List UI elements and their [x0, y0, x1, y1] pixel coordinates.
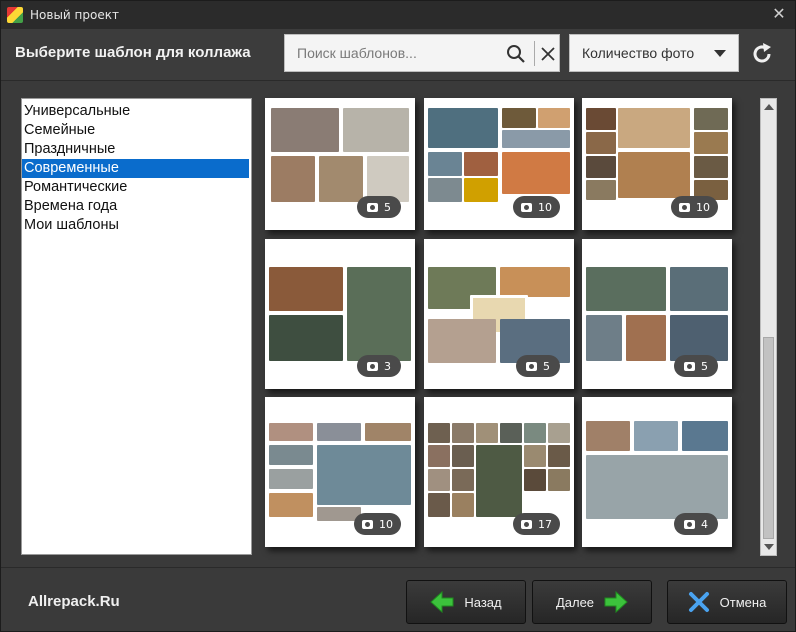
next-label: Далее: [555, 594, 595, 610]
photo-count: 10: [696, 200, 710, 214]
photo-count-badge: 4: [674, 513, 718, 535]
x-icon: [688, 592, 709, 612]
camera-icon: [367, 202, 378, 212]
photo-count: 10: [379, 517, 393, 531]
category-item-universal[interactable]: Универсальные: [22, 102, 251, 121]
category-list: Универсальные Семейные Праздничные Совре…: [21, 98, 252, 555]
category-item-family[interactable]: Семейные: [22, 121, 251, 140]
template-card[interactable]: 4: [582, 397, 732, 547]
page-title: Выберите шаблон для коллажа: [15, 44, 251, 61]
camera-icon: [362, 519, 373, 529]
category-item-holiday[interactable]: Праздничные: [22, 140, 251, 159]
photo-count: 5: [543, 359, 550, 373]
template-grid: 5 10 10 3 5 5 10 17 4: [265, 98, 733, 550]
new-project-window: Новый проект ✕ Выберите шаблон для колла…: [0, 0, 796, 632]
template-card[interactable]: 10: [424, 98, 574, 230]
camera-icon: [521, 202, 532, 212]
scroll-up-icon[interactable]: [764, 104, 774, 110]
photo-count-dropdown[interactable]: Количество фото: [569, 34, 739, 72]
arrow-right-icon: [604, 591, 628, 613]
template-card[interactable]: 10: [265, 397, 415, 547]
category-item-modern[interactable]: Современные: [22, 159, 249, 178]
scroll-thumb[interactable]: [763, 337, 774, 539]
photo-count-badge: 5: [674, 355, 718, 377]
photo-count: 3: [384, 359, 391, 373]
title-bar: Новый проект ✕: [1, 1, 795, 29]
photo-count: 17: [538, 517, 552, 531]
cancel-button[interactable]: Отмена: [667, 580, 787, 624]
template-card[interactable]: 17: [424, 397, 574, 547]
camera-icon: [684, 361, 695, 371]
photo-count: 10: [538, 200, 552, 214]
camera-icon: [521, 519, 532, 529]
photo-count-badge: 5: [516, 355, 560, 377]
vertical-scrollbar[interactable]: [760, 98, 777, 556]
camera-icon: [367, 361, 378, 371]
photo-count-badge: 10: [671, 196, 718, 218]
search-icon[interactable]: [506, 44, 526, 64]
arrow-left-icon: [430, 591, 454, 613]
back-label: Назад: [464, 594, 502, 610]
search-input[interactable]: [285, 35, 499, 71]
template-card[interactable]: 5: [424, 239, 574, 389]
category-item-romantic[interactable]: Романтические: [22, 178, 251, 197]
photo-count: 5: [701, 359, 708, 373]
template-card[interactable]: 10: [582, 98, 732, 230]
refresh-icon[interactable]: [749, 41, 775, 67]
camera-icon: [679, 202, 690, 212]
window-title: Новый проект: [30, 8, 119, 22]
template-card[interactable]: 5: [265, 98, 415, 230]
chevron-down-icon: [714, 50, 726, 57]
category-item-my-templates[interactable]: Мои шаблоны: [22, 216, 251, 235]
toolbar: Выберите шаблон для коллажа Количество ф…: [1, 29, 795, 81]
template-card[interactable]: 3: [265, 239, 415, 389]
app-icon: [7, 7, 23, 23]
cancel-label: Отмена: [719, 594, 767, 610]
footer-divider: [1, 567, 795, 568]
back-button[interactable]: Назад: [406, 580, 526, 624]
watermark: Allrepack.Ru: [28, 593, 120, 610]
close-icon[interactable]: [538, 44, 558, 64]
search-box: [284, 34, 560, 72]
camera-icon: [526, 361, 537, 371]
category-item-seasons[interactable]: Времена года: [22, 197, 251, 216]
photo-count-badge: 3: [357, 355, 401, 377]
photo-count-badge: 5: [357, 196, 401, 218]
template-card[interactable]: 5: [582, 239, 732, 389]
photo-count: 4: [701, 517, 708, 531]
photo-count: 5: [384, 200, 391, 214]
next-button[interactable]: Далее: [532, 580, 652, 624]
photo-count-label: Количество фото: [582, 45, 695, 61]
camera-icon: [684, 519, 695, 529]
photo-count-badge: 17: [513, 513, 560, 535]
window-close-icon[interactable]: ✕: [771, 6, 787, 22]
photo-count-badge: 10: [354, 513, 401, 535]
search-separator: [534, 41, 535, 66]
scroll-down-icon[interactable]: [764, 544, 774, 550]
photo-count-badge: 10: [513, 196, 560, 218]
